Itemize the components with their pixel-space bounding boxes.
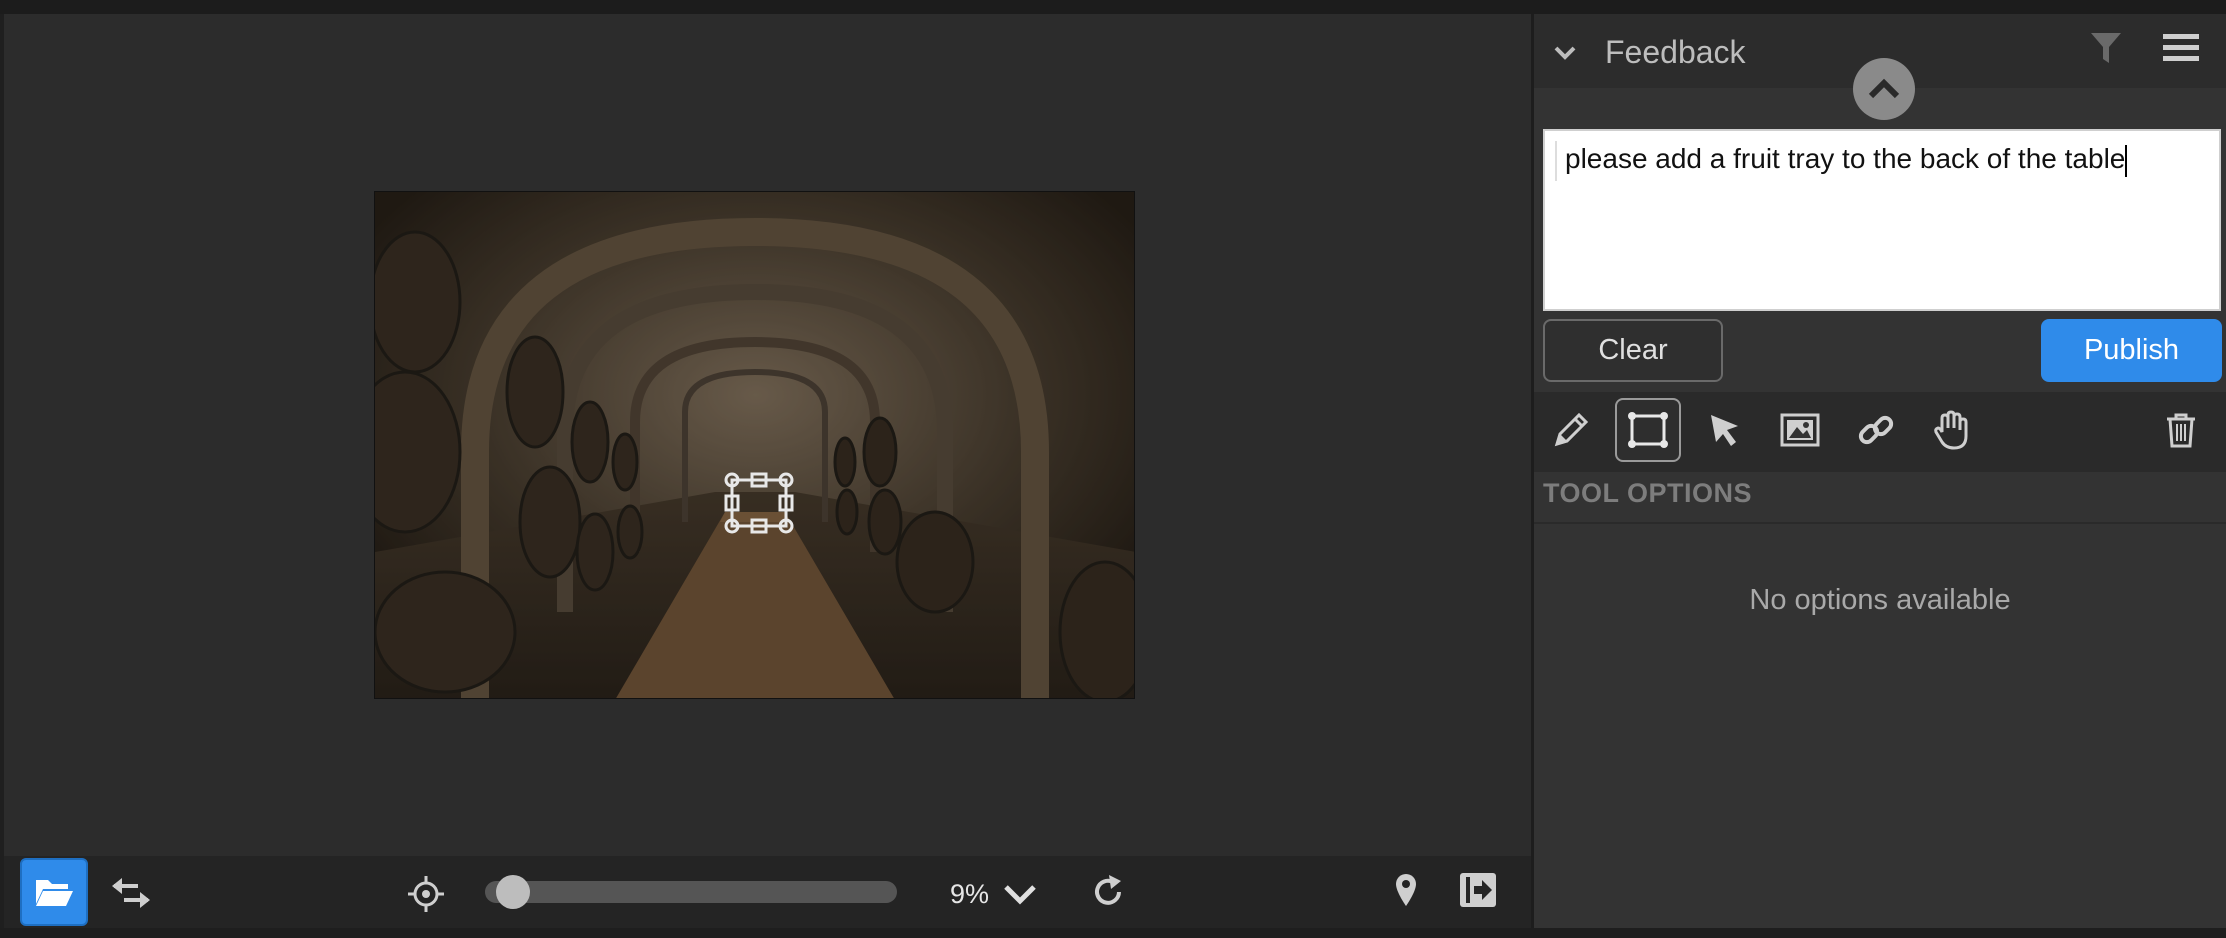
pencil-tool[interactable] (1538, 398, 1604, 462)
swap-arrows-icon (112, 878, 150, 908)
text-margin-bar (1555, 141, 1557, 181)
comment-text: please add a fruit tray to the back of t… (1565, 143, 2126, 174)
pan-tool[interactable] (1918, 398, 1984, 462)
refresh-icon (1095, 875, 1121, 905)
folder-open-icon (36, 880, 73, 906)
rectangle-tool[interactable] (1615, 398, 1681, 462)
clear-button[interactable]: Clear (1543, 319, 1723, 382)
publish-button[interactable]: Publish (2041, 319, 2222, 382)
recenter-button[interactable] (404, 872, 448, 916)
collapse-panel-button[interactable] (1853, 58, 1915, 120)
pin-button[interactable] (1390, 870, 1422, 910)
bottom-edge (0, 928, 2226, 938)
zoom-dropdown-button[interactable] (1000, 876, 1040, 912)
chevron-down-icon (1004, 885, 1036, 905)
panel-title: Feedback (1605, 34, 1746, 70)
reset-rotation-button[interactable] (1088, 870, 1128, 914)
map-pin-icon (1396, 874, 1416, 906)
filter-button[interactable] (2086, 28, 2126, 68)
open-folder-button[interactable] (20, 858, 88, 926)
cursor-arrow-icon (1711, 415, 1738, 446)
link-icon (1858, 415, 1894, 445)
crosshair-icon (408, 876, 444, 912)
swap-button[interactable] (108, 872, 154, 912)
delete-tool[interactable] (2148, 398, 2214, 462)
comment-textarea[interactable]: please add a fruit tray to the back of t… (1543, 129, 2221, 311)
filter-icon (2091, 33, 2121, 63)
image-tool[interactable] (1767, 398, 1833, 462)
wine-cellar-image[interactable] (374, 191, 1135, 699)
exit-panel-icon (1460, 873, 1496, 907)
pointer-tool[interactable] (1692, 398, 1758, 462)
image-icon (1780, 413, 1820, 447)
pencil-icon (1554, 412, 1589, 447)
no-options-message: No options available (1749, 584, 2011, 616)
zoom-slider[interactable] (485, 881, 897, 903)
chevron-down-icon (1554, 46, 1576, 60)
annotation-rectangle[interactable] (724, 472, 794, 534)
top-bar (0, 0, 2226, 14)
link-tool[interactable] (1843, 398, 1909, 462)
trash-icon (2167, 413, 2195, 448)
hamburger-menu-icon (2163, 34, 2199, 61)
menu-button[interactable] (2160, 28, 2202, 68)
hand-icon (1934, 410, 1968, 450)
text-caret (2125, 144, 2128, 177)
chevron-up-icon (1868, 78, 1900, 99)
toggle-panel-button[interactable] (1456, 868, 1500, 912)
collapse-section-button[interactable] (1548, 36, 1582, 70)
tool-options-title: TOOL OPTIONS (1543, 478, 1753, 508)
rectangle-select-icon (1628, 412, 1668, 448)
